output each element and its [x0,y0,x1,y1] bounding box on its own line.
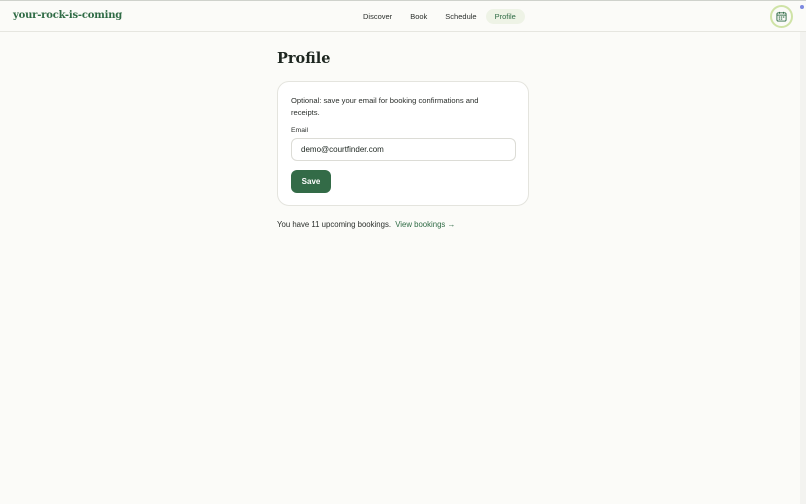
bookings-count-text: You have 11 upcoming bookings. [277,220,392,229]
nav-profile[interactable]: Profile [485,9,525,24]
calendar-icon [776,11,787,22]
main-nav: Discover Book Schedule Profile [354,9,525,24]
nav-book[interactable]: Book [401,9,436,24]
notification-dot [800,5,804,9]
page-scrollbar[interactable] [800,32,806,504]
top-navigation-bar: your-rock-is-coming Discover Book Schedu… [0,0,806,32]
save-button[interactable]: Save [291,170,331,193]
email-input[interactable] [291,138,516,161]
calendar-button[interactable] [770,5,793,28]
bookings-summary: You have 11 upcoming bookings. View book… [277,220,455,229]
nav-schedule[interactable]: Schedule [436,9,485,24]
nav-discover[interactable]: Discover [354,9,401,24]
brand-logo[interactable]: your-rock-is-coming [13,10,122,21]
view-bookings-link[interactable]: View bookings → [395,220,455,229]
email-label: Email [291,127,308,134]
profile-card: Optional: save your email for booking co… [277,81,529,206]
page-title: Profile [277,50,331,67]
email-description: Optional: save your email for booking co… [291,96,479,117]
